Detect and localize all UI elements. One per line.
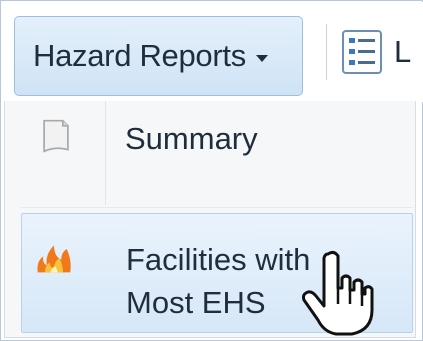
toolbar-separator [326, 24, 327, 80]
toolbar: Hazard Reports L [2, 2, 423, 102]
hazard-reports-label: Hazard Reports [33, 38, 246, 73]
list-icon [342, 30, 382, 74]
menu-item-summary[interactable]: Summary [21, 101, 413, 205]
hazard-reports-dropdown-button[interactable]: Hazard Reports [14, 16, 303, 96]
hand-pointer-cursor-icon [302, 250, 374, 336]
menu-separator [21, 207, 413, 208]
menu-icon-column [21, 101, 105, 205]
menu-icon-divider [105, 101, 106, 205]
menu-icon-column [22, 214, 106, 332]
list-button-label: L [394, 34, 412, 69]
document-icon [43, 119, 69, 153]
menu-item-label: Summary [125, 121, 258, 156]
caret-down-icon [255, 54, 268, 62]
fire-icon [37, 245, 71, 273]
list-button[interactable]: L [342, 24, 411, 80]
